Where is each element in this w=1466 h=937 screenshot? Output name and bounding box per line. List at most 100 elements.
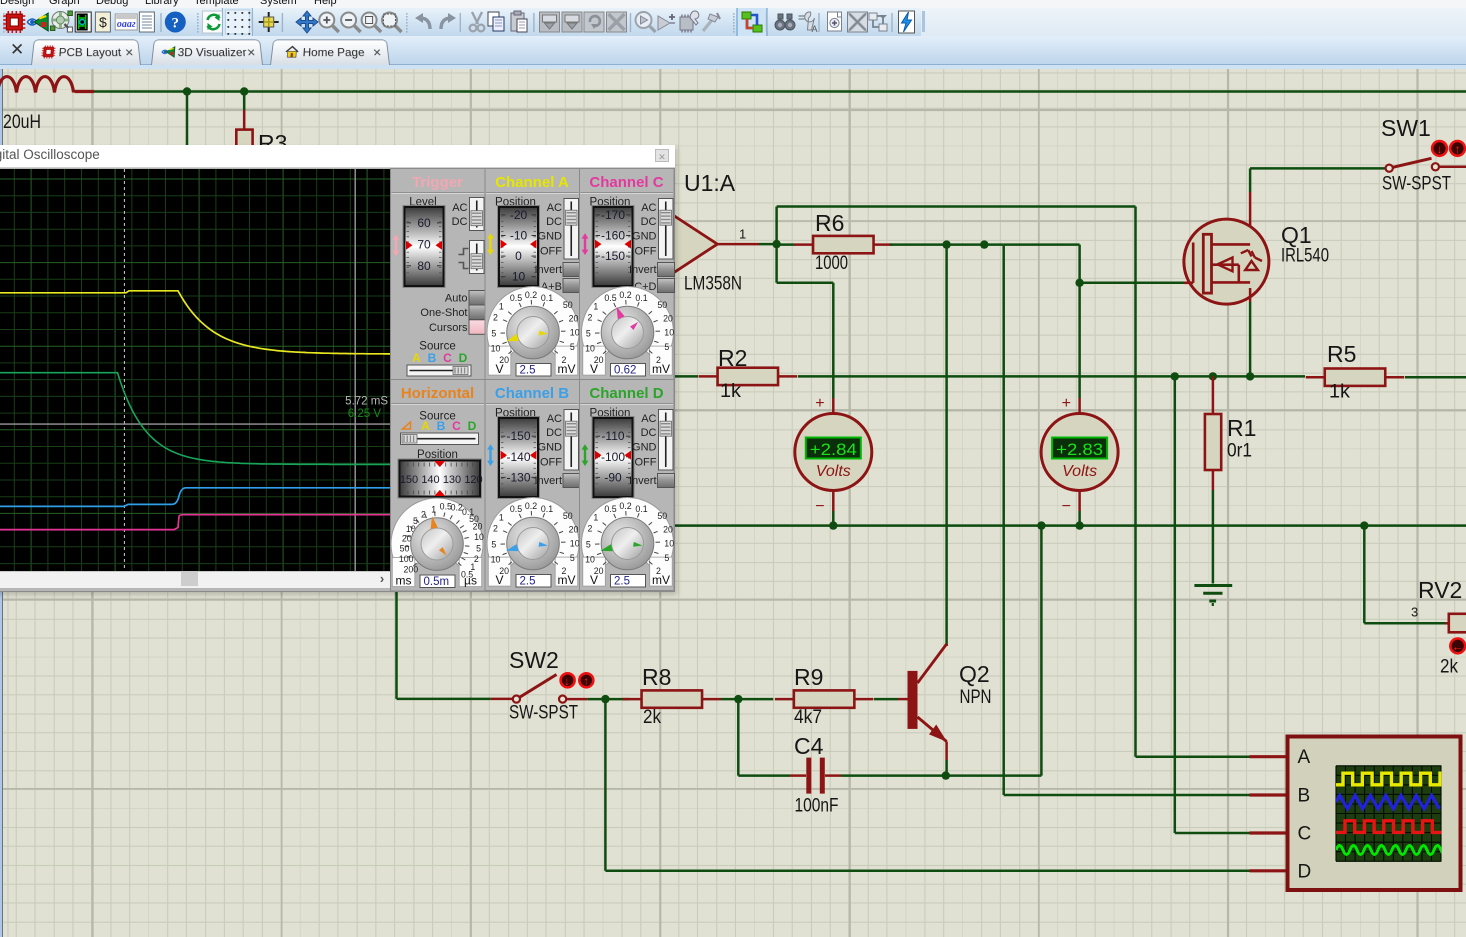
svg-text:Invert: Invert <box>534 475 562 487</box>
svg-text:R1: R1 <box>1227 415 1256 441</box>
svg-text:-160: -160 <box>601 229 625 243</box>
svg-text:Channel C: Channel C <box>589 174 663 191</box>
svg-text:2: 2 <box>588 313 593 323</box>
svg-text:6.25 V: 6.25 V <box>348 408 382 420</box>
svg-text:OFF: OFF <box>540 456 562 468</box>
svg-text:2: 2 <box>493 313 498 323</box>
svg-text:0: 0 <box>515 249 522 263</box>
svg-text:0.62: 0.62 <box>614 365 636 377</box>
svg-text:oааг: oааг <box>117 19 136 30</box>
svg-text:0.2: 0.2 <box>619 501 631 511</box>
svg-text:60: 60 <box>417 216 431 230</box>
svg-text:AC: AC <box>452 202 467 214</box>
svg-text:µs: µs <box>464 574 477 588</box>
svg-text:mV: mV <box>652 573 670 587</box>
svg-text:-170: -170 <box>601 208 625 222</box>
svg-text:Invert: Invert <box>629 475 657 487</box>
svg-text:↑: ↑ <box>583 674 589 688</box>
svg-text:DC: DC <box>452 216 468 228</box>
svg-text:+2.83: +2.83 <box>1056 440 1103 459</box>
svg-text:GND: GND <box>632 230 657 242</box>
svg-text:0.5: 0.5 <box>510 504 522 514</box>
svg-text:Channel B: Channel B <box>495 385 569 402</box>
svg-text:1: 1 <box>593 512 598 522</box>
svg-text:NPN: NPN <box>960 687 992 708</box>
svg-text:20: 20 <box>473 521 483 531</box>
svg-text:2: 2 <box>421 509 426 519</box>
svg-text:C: C <box>1298 824 1312 845</box>
svg-text:GND: GND <box>538 230 563 242</box>
svg-text:One-Shot: One-Shot <box>420 307 467 319</box>
svg-text:Invert: Invert <box>629 264 657 276</box>
svg-text:-20: -20 <box>510 208 528 222</box>
svg-text:R5: R5 <box>1327 341 1356 367</box>
svg-text:−: − <box>1062 498 1071 515</box>
svg-text:20: 20 <box>569 524 579 534</box>
svg-text:-90: -90 <box>604 470 622 484</box>
svg-text:10: 10 <box>570 539 580 549</box>
svg-text:20: 20 <box>663 313 673 323</box>
svg-text:0.5: 0.5 <box>510 293 522 303</box>
svg-text:-150: -150 <box>601 249 625 263</box>
svg-text:A: A <box>421 419 430 433</box>
svg-text:Channel A: Channel A <box>495 174 569 191</box>
svg-text:5: 5 <box>586 329 591 339</box>
svg-text:-10: -10 <box>510 229 528 243</box>
svg-text:↓: ↓ <box>1437 142 1443 156</box>
svg-text:50: 50 <box>563 511 573 521</box>
svg-text:A: A <box>1298 747 1311 768</box>
svg-text:DC: DC <box>641 216 657 228</box>
svg-text:DC: DC <box>641 427 657 439</box>
svg-text:B: B <box>437 419 446 433</box>
svg-text:1000: 1000 <box>815 253 848 274</box>
svg-text:Horizontal: Horizontal <box>401 385 474 402</box>
svg-text:RV2: RV2 <box>1418 577 1462 603</box>
svg-text:0.1: 0.1 <box>635 293 647 303</box>
svg-text:5: 5 <box>664 342 669 352</box>
svg-text:2.5: 2.5 <box>614 576 630 588</box>
svg-text:2.5: 2.5 <box>520 576 536 588</box>
svg-text:−: − <box>815 498 824 515</box>
svg-text:Invert: Invert <box>534 264 562 276</box>
svg-text:+2.84: +2.84 <box>810 440 857 459</box>
svg-text:1: 1 <box>739 227 746 242</box>
svg-text:C: C <box>452 419 461 433</box>
svg-text:GND: GND <box>538 441 563 453</box>
svg-text:-130: -130 <box>506 470 530 484</box>
svg-text:10: 10 <box>585 555 595 565</box>
svg-text:0.2: 0.2 <box>619 290 631 300</box>
svg-text:B: B <box>428 351 437 365</box>
svg-text:5: 5 <box>491 540 496 550</box>
svg-text:Q2: Q2 <box>959 661 990 687</box>
svg-text:5.72 mS: 5.72 mS <box>345 395 388 407</box>
svg-text:OFF: OFF <box>635 456 657 468</box>
svg-text:50: 50 <box>657 511 667 521</box>
svg-text:Q1: Q1 <box>1281 222 1312 248</box>
svg-text:0.2: 0.2 <box>525 290 537 300</box>
svg-text:1: 1 <box>431 505 436 515</box>
svg-text:1: 1 <box>593 301 598 311</box>
svg-text:A: A <box>812 24 818 34</box>
svg-text:10: 10 <box>585 344 595 354</box>
svg-text:SW-SPST: SW-SPST <box>1382 174 1451 195</box>
svg-text:↓: ↓ <box>564 674 570 688</box>
svg-text:-140: -140 <box>506 450 530 464</box>
svg-text:20: 20 <box>569 313 579 323</box>
svg-text:D: D <box>468 419 477 433</box>
svg-text:5: 5 <box>476 544 481 554</box>
svg-text:mV: mV <box>558 362 576 376</box>
svg-text:Volts: Volts <box>816 463 851 480</box>
svg-text:mV: mV <box>558 573 576 587</box>
svg-text:D: D <box>459 351 468 365</box>
svg-text:150: 150 <box>400 474 418 486</box>
svg-text:5: 5 <box>586 540 591 550</box>
svg-text:C4: C4 <box>794 733 824 759</box>
svg-text:1k: 1k <box>720 381 742 402</box>
svg-text:0.5: 0.5 <box>604 504 616 514</box>
svg-text:V: V <box>495 362 503 376</box>
svg-text:+: + <box>1062 395 1071 412</box>
svg-text:50: 50 <box>563 300 573 310</box>
svg-text:0r1: 0r1 <box>1227 441 1252 462</box>
svg-text:R8: R8 <box>642 664 671 690</box>
svg-text:←: ← <box>1452 640 1464 654</box>
